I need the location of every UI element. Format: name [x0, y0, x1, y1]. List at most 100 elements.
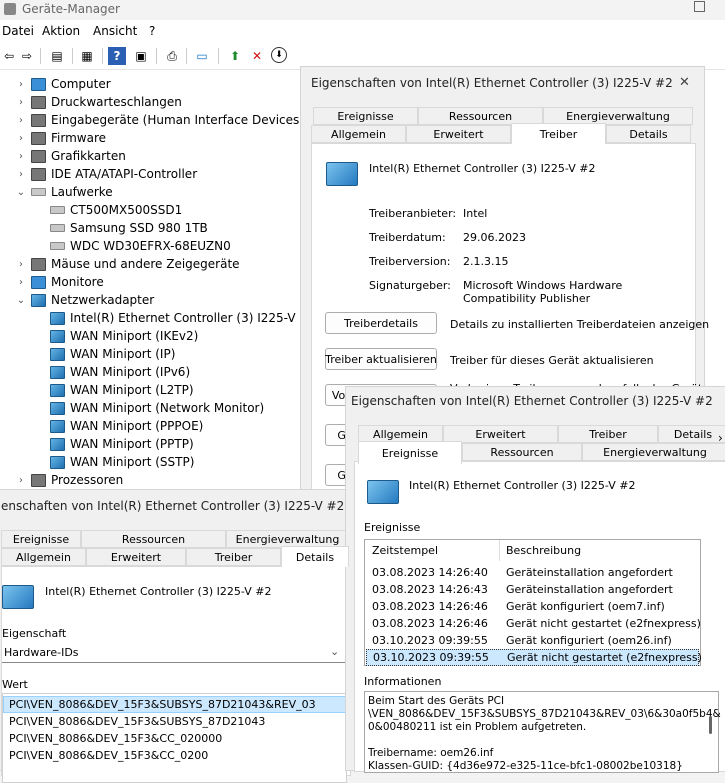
tab-ereignisse[interactable]: Ereignisse: [313, 107, 418, 125]
tree-item[interactable]: WAN Miniport (IPv6): [50, 363, 190, 381]
info-line: [368, 734, 721, 747]
property-dropdown[interactable]: Hardware-IDs ⌄: [2, 643, 347, 663]
tree-item[interactable]: › Monitore: [14, 273, 104, 291]
tab-treiber[interactable]: Treiber: [186, 548, 281, 566]
chevron-right-icon[interactable]: ›: [14, 133, 28, 144]
column-header-description[interactable]: Beschreibung: [506, 544, 581, 557]
table-row[interactable]: 03.08.2023 14:26:43 Geräteinstallation an…: [366, 581, 699, 598]
tab-allgemein[interactable]: Allgemein: [311, 125, 406, 143]
properties-view-icon[interactable]: ▤: [48, 47, 66, 65]
chevron-down-icon[interactable]: ⌄: [14, 295, 28, 306]
tree-item[interactable]: WAN Miniport (PPPOE): [50, 417, 203, 435]
chevron-right-icon[interactable]: ›: [14, 79, 28, 90]
toolbar-separator: [156, 48, 157, 64]
tab-treiber[interactable]: Treiber: [511, 123, 606, 144]
column-header-time[interactable]: Zeitstempel: [372, 544, 438, 557]
maximize-icon[interactable]: [694, 1, 705, 12]
menu-datei[interactable]: Datei: [2, 24, 34, 38]
chevron-right-icon[interactable]: ›: [14, 115, 28, 126]
list-item[interactable]: PCI\VEN_8086&DEV_15F3&SUBSYS_87D21043&RE…: [3, 696, 346, 713]
menu-aktion[interactable]: Aktion: [42, 24, 80, 38]
print-icon[interactable]: ⎙: [163, 47, 181, 65]
value-label: Wert: [2, 678, 28, 691]
table-row[interactable]: 03.08.2023 14:26:40 Geräteinstallation an…: [366, 564, 699, 581]
tree-item[interactable]: › Firmware: [14, 129, 106, 147]
driver-details-button[interactable]: Treiberdetails: [325, 312, 437, 334]
tree-item-label: WAN Miniport (Network Monitor): [70, 401, 265, 415]
tree-item-label: Laufwerke: [51, 185, 113, 199]
tab-energieverwaltung[interactable]: Energieverwaltung: [582, 443, 725, 461]
list-item[interactable]: PCI\VEN_8086&DEV_15F3&CC_020000: [3, 730, 222, 747]
table-row[interactable]: 03.08.2023 14:26:46 Gerät konfiguriert (o…: [366, 598, 699, 615]
menu-ansicht[interactable]: Ansicht: [93, 24, 137, 38]
chevron-right-icon[interactable]: ›: [14, 97, 28, 108]
tab-ressourcen[interactable]: Ressourcen: [462, 443, 582, 461]
back-arrow-icon[interactable]: ⇦: [0, 47, 18, 65]
tree-item[interactable]: WAN Miniport (L2TP): [50, 381, 194, 399]
chevron-down-icon: ⌄: [330, 645, 340, 658]
tab-erweitert[interactable]: Erweitert: [406, 125, 511, 143]
list-item[interactable]: PCI\VEN_8086&DEV_15F3&SUBSYS_87D21043: [3, 713, 265, 730]
menu-help[interactable]: ?: [149, 24, 155, 38]
tree-item[interactable]: WAN Miniport (PPTP): [50, 435, 194, 453]
update-driver-icon[interactable]: ⬆: [226, 47, 244, 65]
chevron-right-icon[interactable]: ›: [14, 277, 28, 288]
mouse-icon: [31, 257, 46, 271]
tab-details[interactable]: Details: [281, 546, 349, 567]
tree-item[interactable]: WAN Miniport (IP): [50, 345, 175, 363]
tree-item[interactable]: › Eingabegeräte (Human Interface Devices): [14, 111, 304, 129]
tree-item[interactable]: › Mäuse und andere Zeigegeräte: [14, 255, 240, 273]
chevron-down-icon[interactable]: ⌄: [14, 187, 28, 198]
field-label: Signaturgeber:: [369, 279, 451, 292]
update-driver-button[interactable]: Treiber aktualisieren: [325, 348, 437, 370]
table-row[interactable]: 03.10.2023 09:39:55 Gerät nicht gestartet…: [366, 649, 702, 666]
tab-details[interactable]: Details: [606, 125, 691, 143]
tab-erweitert[interactable]: Erweitert: [86, 548, 186, 566]
tree-item[interactable]: Samsung SSD 980 1TB: [50, 219, 208, 237]
tree-item[interactable]: › Druckwarteschlangen: [14, 93, 182, 111]
scan-hardware-icon[interactable]: ▭: [193, 47, 211, 65]
tree-item[interactable]: Intel(R) Ethernet Controller (3) I225-V …: [50, 309, 317, 327]
tree-item[interactable]: ⌄ Laufwerke: [14, 183, 113, 201]
disk-icon: [31, 188, 46, 196]
help-icon[interactable]: ?: [108, 47, 126, 65]
list-item[interactable]: PCI\VEN_8086&DEV_15F3&CC_0200: [3, 747, 208, 764]
uninstall-icon[interactable]: ✕: [248, 47, 266, 65]
tree-item[interactable]: › Grafikkarten: [14, 147, 126, 165]
event-time: 03.08.2023 14:26:46: [372, 617, 488, 630]
tree-item[interactable]: › Computer: [14, 75, 111, 93]
tab-scroll-icon[interactable]: ›: [718, 431, 723, 445]
table-row[interactable]: 03.08.2023 14:26:46 Gerät nicht gestartet…: [366, 615, 701, 632]
tab-treiber[interactable]: Treiber: [558, 425, 658, 443]
chevron-right-icon[interactable]: ›: [14, 151, 28, 162]
close-icon[interactable]: ✕: [679, 75, 690, 90]
list-view-icon[interactable]: ▦: [78, 47, 96, 65]
chevron-right-icon[interactable]: ›: [14, 475, 28, 486]
tree-item-label: WDC WD30EFRX-68EUZN0: [70, 239, 231, 253]
tree-item[interactable]: ⌄ Netzwerkadapter: [14, 291, 154, 309]
scrollbar-thumb[interactable]: [709, 716, 712, 734]
tab-ressourcen[interactable]: Ressourcen: [81, 530, 226, 548]
event-time: 03.08.2023 14:26:43: [372, 583, 488, 596]
tab-details[interactable]: Details: [658, 425, 725, 443]
forward-arrow-icon[interactable]: ⇨: [18, 47, 36, 65]
tree-item[interactable]: › IDE ATA/ATAPI-Controller: [14, 165, 197, 183]
info-line: \VEN_8086&DEV_15F3&SUBSYS_87D21043&REV_0…: [368, 708, 721, 720]
value-text: PCI\VEN_8086&DEV_15F3&SUBSYS_87D21043&RE…: [9, 698, 316, 711]
disk-icon: [50, 224, 65, 232]
tree-item[interactable]: WAN Miniport (Network Monitor): [50, 399, 264, 417]
disable-device-icon[interactable]: ⬇: [271, 47, 287, 63]
chevron-right-icon[interactable]: ›: [14, 169, 28, 180]
console-view-icon[interactable]: ▣: [132, 47, 150, 65]
tree-item[interactable]: WAN Miniport (SSTP): [50, 453, 194, 471]
tree-item[interactable]: › Prozessoren: [14, 471, 123, 489]
tab-ereignisse[interactable]: Ereignisse: [358, 441, 462, 464]
chevron-right-icon[interactable]: ›: [14, 259, 28, 270]
table-row[interactable]: 03.10.2023 09:39:55 Gerät konfiguriert (o…: [366, 632, 699, 649]
dialog-title: Eigenschaften von Intel(R) Ethernet Cont…: [311, 76, 673, 90]
tree-item[interactable]: CT500MX500SSD1: [50, 201, 182, 219]
tab-ereignisse[interactable]: Ereignisse: [1, 530, 81, 548]
tab-allgemein[interactable]: Allgemein: [1, 548, 86, 566]
tree-item[interactable]: WDC WD30EFRX-68EUZN0: [50, 237, 231, 255]
tree-item[interactable]: WAN Miniport (IKEv2): [50, 327, 198, 345]
